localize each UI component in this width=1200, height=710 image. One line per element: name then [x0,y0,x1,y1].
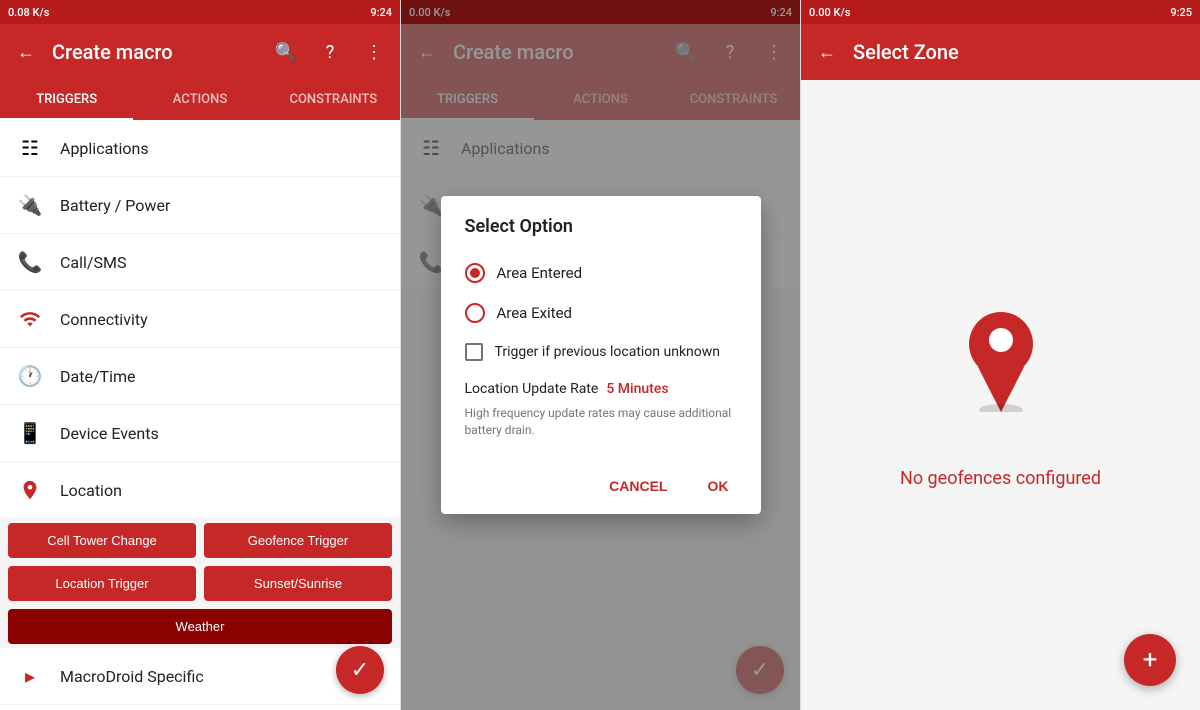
panel-select-zone: 0.00 K/s 9:25 ← Select Zone No geofences… [800,0,1200,710]
macrodroid-label: MacroDroid Specific [60,667,204,686]
status-right-3: 9:25 [1170,6,1192,19]
cancel-button[interactable]: CANCEL [593,470,683,502]
more-icon-1: ⋮ [365,42,383,63]
back-icon-1: ← [17,42,35,63]
fab-check-1[interactable]: ✓ [336,646,384,694]
list-item-sensors[interactable]: ◎ Sensors [0,705,400,710]
option-prev-location[interactable]: Trigger if previous location unknown [465,333,737,371]
list-item-battery[interactable]: 🔌 Battery / Power [0,177,400,234]
status-left-1: 0.08 K/s [8,6,49,19]
status-bar-3: 0.00 K/s 9:25 [801,0,1200,24]
checkbox-prev-location[interactable] [465,343,483,361]
dialog-content: Area Entered Area Exited Trigger if prev… [441,249,761,463]
callsms-label: Call/SMS [60,253,126,272]
datetime-icon: 🕐 [16,362,44,390]
add-icon: + [1143,645,1158,675]
location-sub-buttons-1: Cell Tower Change Geofence Trigger [0,519,400,562]
radio-area-exited[interactable] [465,303,485,323]
applications-label: Applications [60,139,149,158]
back-button-3[interactable]: ← [809,34,845,70]
location-trigger-button[interactable]: Location Trigger [8,566,196,601]
no-geofence-text: No geofences configured [900,468,1101,489]
tab-constraints-1[interactable]: Constraints [267,80,400,120]
cell-tower-button[interactable]: Cell Tower Change [8,523,196,558]
connectivity-icon [16,305,44,333]
macrodroid-icon: ▸ [16,662,44,690]
help-button-1[interactable]: ? [312,34,348,70]
ok-button[interactable]: OK [692,470,745,502]
tab-triggers-1[interactable]: Triggers [0,80,133,120]
dialog-overlay: Select Option Area Entered Area Exited T… [401,0,800,710]
back-button-1[interactable]: ← [8,34,44,70]
weather-button[interactable]: Weather [8,609,392,644]
battery-label: Battery / Power [60,196,170,215]
update-rate-value[interactable]: 5 Minutes [606,381,668,397]
list-item-connectivity[interactable]: Connectivity [0,291,400,348]
status-speed-3: 0.00 K/s [809,6,850,19]
app-bar-1: ← Create macro 🔍 ? ⋮ [0,24,400,80]
status-right-1: 9:24 [370,6,392,19]
area-exited-label: Area Exited [497,304,573,322]
tabs-1: Triggers Actions Constraints [0,80,400,120]
status-left-3: 0.00 K/s [809,6,850,19]
list-item-location[interactable]: Location [0,462,400,519]
panel-create-macro-1: 0.08 K/s 9:24 ← Create macro 🔍 ? ⋮ Trigg… [0,0,400,710]
map-pin-container [951,302,1051,432]
option-area-exited[interactable]: Area Exited [465,293,737,333]
applications-icon: ☷ [16,134,44,162]
add-geofence-button[interactable]: + [1124,634,1176,686]
app-bar-3: ← Select Zone [801,24,1200,80]
check-icon-1: ✓ [351,658,369,683]
trigger-list-1: ☷ Applications 🔌 Battery / Power 📞 Call/… [0,120,400,710]
connectivity-label: Connectivity [60,310,148,329]
status-speed-1: 0.08 K/s [8,6,49,19]
radio-area-entered[interactable] [465,263,485,283]
status-bar-1: 0.08 K/s 9:24 [0,0,400,24]
search-icon-1: 🔍 [275,42,297,63]
list-item-device[interactable]: 📱 Device Events [0,405,400,462]
app-title-3: Select Zone [853,40,1192,64]
update-rate-row: Location Update Rate 5 Minutes [465,371,737,401]
dialog-title: Select Option [441,196,761,249]
panel-create-macro-2: 0.00 K/s 9:24 ← Create macro 🔍 ? ⋮ Trigg… [400,0,800,710]
sunset-sunrise-button[interactable]: Sunset/Sunrise [204,566,392,601]
datetime-label: Date/Time [60,367,135,386]
battery-drain-warning: High frequency update rates may cause ad… [465,401,737,451]
weather-row: Weather [0,605,400,648]
tab-actions-1[interactable]: Actions [133,80,266,120]
option-area-entered[interactable]: Area Entered [465,253,737,293]
list-item-datetime[interactable]: 🕐 Date/Time [0,348,400,405]
search-button-1[interactable]: 🔍 [268,34,304,70]
battery-icon: 🔌 [16,191,44,219]
dialog-actions: CANCEL OK [441,462,761,514]
area-entered-label: Area Entered [497,264,583,282]
location-icon [16,476,44,504]
status-time-1: 9:24 [370,6,392,19]
list-item-callsms[interactable]: 📞 Call/SMS [0,234,400,291]
device-icon: 📱 [16,419,44,447]
location-label: Location [60,481,122,500]
status-time-3: 9:25 [1170,6,1192,19]
list-item-applications[interactable]: ☷ Applications [0,120,400,177]
callsms-icon: 📞 [16,248,44,276]
geofence-button[interactable]: Geofence Trigger [204,523,392,558]
select-option-dialog: Select Option Area Entered Area Exited T… [441,196,761,515]
map-pin-svg [956,302,1046,412]
more-button-1[interactable]: ⋮ [356,34,392,70]
zone-empty-state: No geofences configured [801,80,1200,710]
location-sub-buttons-2: Location Trigger Sunset/Sunrise [0,562,400,605]
app-title-1: Create macro [52,40,260,64]
device-label: Device Events [60,424,159,443]
help-icon-1: ? [326,42,335,63]
prev-location-label: Trigger if previous location unknown [495,344,721,360]
update-rate-label: Location Update Rate [465,381,599,397]
